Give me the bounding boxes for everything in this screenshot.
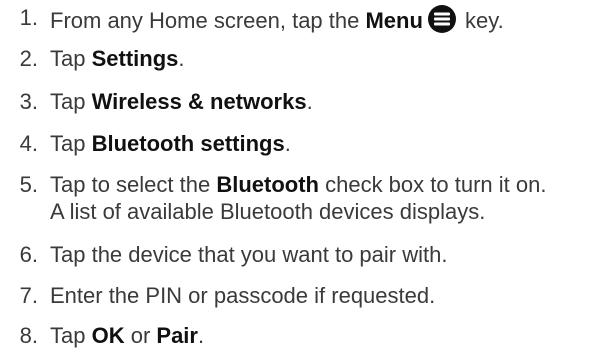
step-bold-text: Bluetooth xyxy=(216,172,319,197)
step-text-end: . xyxy=(306,89,313,114)
step-bold-text-2: Pair xyxy=(156,323,198,348)
step-number: 2. xyxy=(19,46,38,71)
step-text-end: . xyxy=(197,323,205,348)
step-text: Tap the device that you want to pair wit… xyxy=(50,242,448,267)
step-number: 4. xyxy=(19,131,38,156)
menu-key-icon xyxy=(427,5,456,33)
step-text: From any Home screen, tap the xyxy=(50,8,366,33)
step-4: 4. Tap Bluetooth settings. xyxy=(0,130,291,157)
step-bold-text: Menu xyxy=(365,8,423,33)
step-text: Tap xyxy=(50,46,92,71)
step-bold-text: Wireless & networks xyxy=(91,89,307,114)
step-text: Tap xyxy=(50,323,92,348)
step-text-end: check box to turn it on. xyxy=(318,172,547,197)
step-text: Tap to select the xyxy=(50,172,217,197)
step-text: Enter the PIN or passcode if requested. xyxy=(50,283,436,308)
step-number: 6. xyxy=(19,242,38,267)
step-text-end: key. xyxy=(458,8,504,33)
instruction-list: 1. From any Home screen, tap the Menu key… xyxy=(0,0,610,348)
step-6: 6. Tap the device that you want to pair w… xyxy=(0,241,448,268)
step-number: 1. xyxy=(19,5,38,30)
step-number: 8. xyxy=(19,323,38,348)
step-text-end: . xyxy=(284,131,291,156)
step-bold-text: OK xyxy=(91,323,125,348)
step-number: 7. xyxy=(19,283,38,308)
step-1: 1. From any Home screen, tap the Menu key… xyxy=(0,4,504,34)
step-text-line2: A list of available Bluetooth devices di… xyxy=(50,199,486,224)
step-number: 5. xyxy=(19,172,38,197)
step-text: Tap xyxy=(50,89,92,114)
step-number: 3. xyxy=(19,89,38,114)
step-2: 2. Tap Settings. xyxy=(0,45,185,72)
step-8: 8. Tap OK or Pair. xyxy=(0,322,204,349)
step-3: 3. Tap Wireless & networks. xyxy=(0,88,313,115)
step-7: 7. Enter the PIN or passcode if requested… xyxy=(0,282,436,309)
step-5: 5. Tap to select the Bluetooth check box … xyxy=(0,171,547,225)
step-text-end: . xyxy=(178,46,185,71)
step-bold-text: Settings xyxy=(91,46,179,71)
step-bold-text: Bluetooth settings xyxy=(91,131,285,156)
step-text-mid: or xyxy=(124,323,157,348)
step-text: Tap xyxy=(50,131,92,156)
